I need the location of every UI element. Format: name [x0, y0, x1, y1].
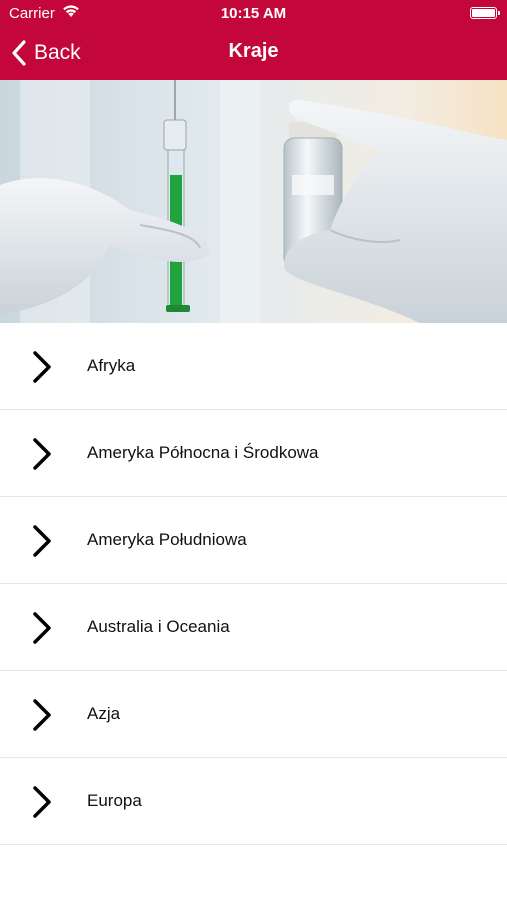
chevron-right-icon [33, 525, 51, 557]
list-item-label: Azja [87, 704, 121, 723]
chevron-right-icon [33, 612, 51, 644]
chevron-right-icon [33, 699, 51, 731]
list-item-azja[interactable]: Azja [0, 671, 507, 758]
list-item-label: Afryka [87, 356, 136, 375]
chevron-right-icon [33, 438, 51, 470]
list-item-label: Australia i Oceania [87, 617, 230, 636]
battery-icon [470, 7, 500, 19]
header: Carrier 10:15 AM Back Kraje [0, 0, 507, 80]
list-item-label: Ameryka Północna i Środkowa [87, 443, 319, 462]
list-item-label: Europa [87, 791, 142, 810]
list-item-afryka[interactable]: Afryka [0, 323, 507, 410]
list-item-europa[interactable]: Europa [0, 758, 507, 845]
status-bar: Carrier 10:15 AM [0, 0, 507, 28]
status-time: 10:15 AM [220, 5, 287, 22]
list-item-australia[interactable]: Australia i Oceania [0, 584, 507, 671]
list-item-label: Ameryka Południowa [87, 530, 247, 549]
regions-list: Afryka Ameryka Północna i Środkowa Amery… [0, 323, 507, 845]
chevron-right-icon [33, 786, 51, 818]
list-item-ameryka-polnocna[interactable]: Ameryka Północna i Środkowa [0, 410, 507, 497]
navigation-bar: Back Kraje [0, 30, 507, 76]
hero-image [0, 80, 507, 323]
page-title: Kraje [228, 40, 279, 62]
list-item-ameryka-poludniowa[interactable]: Ameryka Południowa [0, 497, 507, 584]
chevron-right-icon [33, 351, 51, 383]
